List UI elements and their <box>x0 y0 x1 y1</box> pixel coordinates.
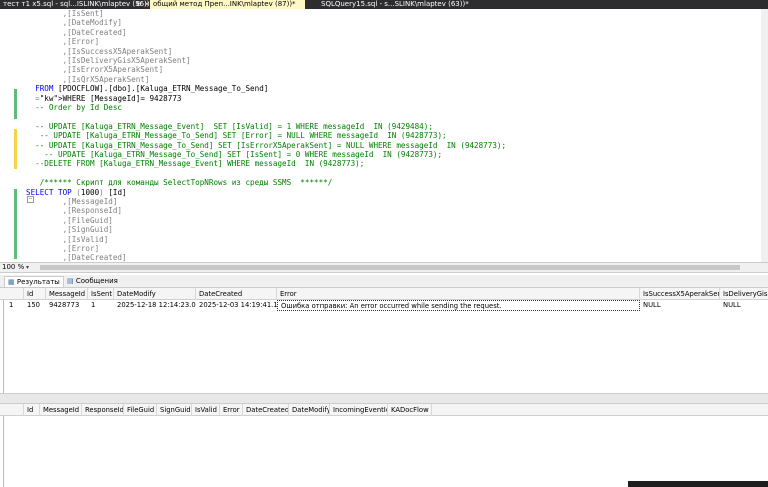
tab-label: тест т1 x5.sql - sql...ISLINK\mlaptev (5… <box>3 0 154 8</box>
change-indicator <box>14 89 17 119</box>
column-header[interactable]: SignGuid <box>157 404 192 416</box>
tab-results[interactable]: ▦ Результаты <box>4 276 64 287</box>
results-grid-2[interactable]: Id MessageId ResponseId FileGuid SignGuid IsV… <box>0 404 768 487</box>
column-header[interactable]: IsSuccessX5AperakSent <box>640 288 720 300</box>
column-header[interactable]: Id <box>24 288 46 300</box>
messages-icon: ▤ <box>67 277 74 285</box>
code-line: -- Order by Id Desc <box>26 103 123 112</box>
tab-query-87[interactable]: общий метод Преп...INK\mlaptev (87))* <box>150 0 305 9</box>
column-header[interactable]: IncomingEventId <box>330 404 388 416</box>
editor-gutter <box>0 9 12 262</box>
editor-status-row: 100 % ▾ <box>0 262 768 273</box>
results-tab-strip: ▦ Результаты ▤ Сообщения <box>0 275 768 288</box>
taskbar-fragment <box>628 481 768 487</box>
column-header[interactable]: MessageId <box>46 288 88 300</box>
column-header[interactable]: DateCreated <box>243 404 289 416</box>
tab-results-label: Результаты <box>16 278 60 286</box>
sql-editor[interactable]: − ,[IsSent] ,[DateModify] ,[DateCreated]… <box>0 9 768 262</box>
table-cell[interactable]: NULL <box>640 300 720 311</box>
column-header[interactable]: IsDeliveryGisX5A <box>720 288 768 300</box>
column-header[interactable]: ResponseId <box>82 404 124 416</box>
editor-vertical-scrollbar[interactable] <box>761 9 768 262</box>
column-header[interactable]: MessageId <box>40 404 82 416</box>
column-header[interactable]: KADocFlow <box>388 404 432 416</box>
column-header[interactable]: DateModify <box>289 404 330 416</box>
grid-icon: ▦ <box>8 278 15 286</box>
zoom-dropdown-icon[interactable]: ▾ <box>26 264 29 271</box>
table-cell[interactable]: 1 <box>88 300 114 311</box>
table-cell[interactable]: 150 <box>24 300 46 311</box>
column-header[interactable]: IsValid <box>192 404 220 416</box>
tab-label: общий метод Преп...INK\mlaptev (87))* <box>153 0 296 8</box>
column-header[interactable]: DateCreated <box>196 288 277 300</box>
code-line: --DELETE FROM [Kaluga_ETRN_Message_Event… <box>26 159 365 169</box>
table-cell[interactable]: 1 <box>6 300 26 311</box>
change-indicator <box>14 129 17 169</box>
tab-query-63[interactable]: SQLQuery15.sql - s...SLINK\mlaptev (63))… <box>318 0 469 9</box>
grid-splitter[interactable] <box>0 393 768 404</box>
tab-messages[interactable]: ▤ Сообщения <box>64 276 121 287</box>
grid-border <box>3 404 4 487</box>
results-grid-1[interactable]: Id MessageId IsSent DateModify DateCreated Er… <box>0 288 768 393</box>
close-icon[interactable]: × <box>144 0 150 9</box>
table-cell[interactable]: 2025-12-03 14:19:41.110 <box>196 300 277 311</box>
table-cell[interactable]: 2025-12-18 12:14:23.037 <box>114 300 196 311</box>
table-cell[interactable]: 9428773 <box>46 300 88 311</box>
table-cell[interactable]: NULL <box>720 300 768 311</box>
tab-query-56[interactable]: тест т1 x5.sql - sql...ISLINK\mlaptev (5… <box>0 0 153 9</box>
column-header[interactable]: IsSent <box>88 288 114 300</box>
column-header[interactable]: Id <box>24 404 40 416</box>
column-header[interactable]: Error <box>220 404 243 416</box>
selected-cell[interactable]: Ошибка отправки: An error occurred while… <box>277 300 640 311</box>
grid-border <box>3 288 4 393</box>
column-header[interactable]: DateModify <box>114 288 196 300</box>
zoom-level[interactable]: 100 % <box>2 263 24 272</box>
code-line: ,[DateCreated] <box>26 253 127 262</box>
column-header[interactable]: Error <box>277 288 640 300</box>
column-header[interactable] <box>4 404 24 416</box>
document-tab-bar: тест т1 x5.sql - sql...ISLINK\mlaptev (5… <box>0 0 768 9</box>
pin-icon[interactable]: ⊕ <box>136 0 142 9</box>
column-header[interactable] <box>4 288 24 300</box>
column-header[interactable]: FileGuid <box>124 404 157 416</box>
tab-label: SQLQuery15.sql - s...SLINK\mlaptev (63))… <box>321 0 469 8</box>
change-indicator <box>14 189 17 259</box>
horizontal-scrollbar[interactable] <box>40 265 740 270</box>
tab-messages-label: Сообщения <box>75 277 118 285</box>
